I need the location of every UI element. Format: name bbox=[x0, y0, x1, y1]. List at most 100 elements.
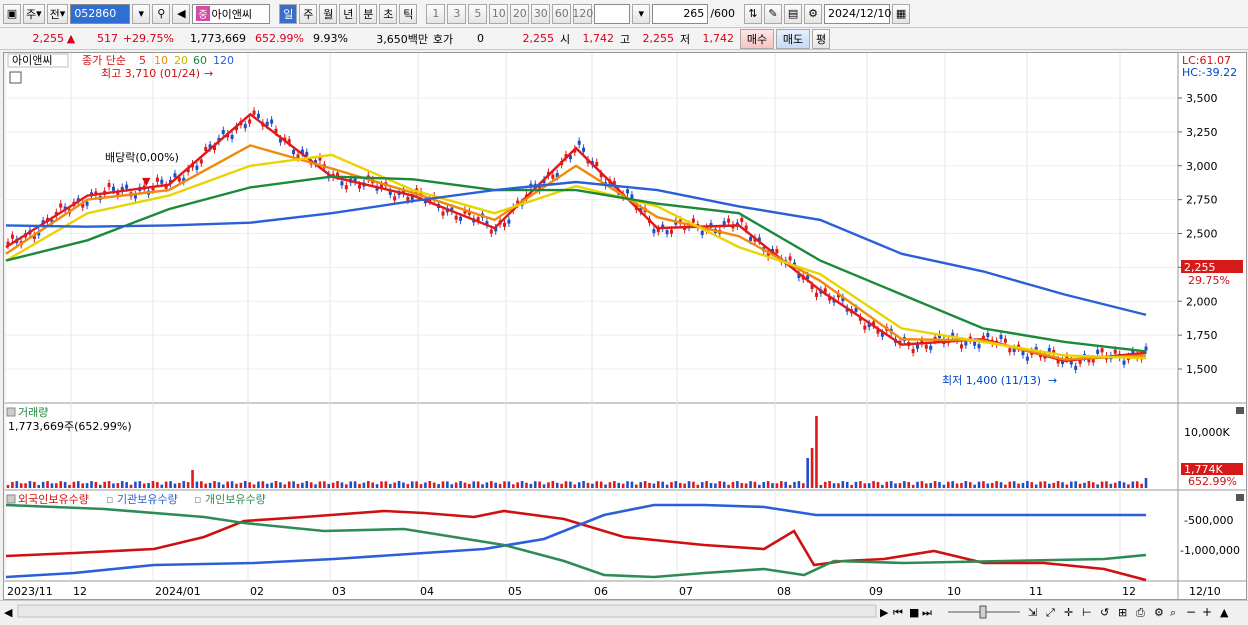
interval-10[interactable]: 10 bbox=[489, 4, 508, 24]
volume-bar bbox=[552, 481, 555, 488]
volume-bar bbox=[1070, 482, 1073, 488]
date-input[interactable]: 2024/12/10 bbox=[824, 4, 890, 24]
scope-select-value: 전 bbox=[50, 6, 60, 22]
x-tick-label: 02 bbox=[250, 585, 264, 598]
scope-select[interactable]: 전▾ bbox=[47, 4, 69, 24]
zoom-icon[interactable]: ⌕ bbox=[1170, 606, 1176, 619]
last-price-tag: 2,255 bbox=[1184, 261, 1216, 274]
calendar-icon[interactable]: ▦ bbox=[892, 4, 910, 24]
volume-bar bbox=[842, 481, 845, 488]
interval-dropdown-icon[interactable]: ▾ bbox=[632, 4, 650, 24]
rewind-icon[interactable]: ⏮ bbox=[893, 606, 903, 619]
volume-bar bbox=[130, 485, 133, 488]
interval-3[interactable]: 3 bbox=[447, 4, 466, 24]
top-icon[interactable]: ▲ bbox=[1220, 606, 1229, 619]
chart-scrollbar[interactable]: ◀ ▶ ⏮ ■ ⏭ ⇲ ⤢ ✛ ⊢ ↺ ⊞ ⎙ ⚙ ⌕ − + ▲ bbox=[0, 600, 1248, 621]
reset-icon[interactable]: ↺ bbox=[1100, 606, 1109, 619]
x-tick-label: 08 bbox=[777, 585, 791, 598]
fit-icon[interactable]: ⤢ bbox=[1046, 606, 1055, 619]
volume-bar bbox=[95, 482, 98, 488]
holders-y-tick-2: -1,000,000 bbox=[1180, 544, 1240, 557]
scroll-left-icon[interactable]: ◀ bbox=[4, 606, 13, 619]
gear-icon[interactable]: ⚙ bbox=[804, 4, 822, 24]
speaker-icon[interactable]: ◀ bbox=[172, 4, 190, 24]
interval-120[interactable]: 120 bbox=[573, 4, 592, 24]
volume-bar bbox=[780, 481, 783, 488]
volume-bar bbox=[824, 482, 827, 488]
volume-bar bbox=[877, 482, 880, 488]
period-month[interactable]: 월 bbox=[319, 4, 337, 24]
scroll-right-icon[interactable]: ▶ bbox=[880, 606, 889, 619]
save-icon[interactable]: ▤ bbox=[784, 4, 802, 24]
volume-bar bbox=[1052, 483, 1055, 488]
interval-20[interactable]: 20 bbox=[510, 4, 529, 24]
candle-body bbox=[630, 194, 633, 198]
volume-bar bbox=[182, 481, 185, 488]
interval-1[interactable]: 1 bbox=[426, 4, 445, 24]
sell-button[interactable]: 매도 bbox=[776, 29, 810, 49]
candle-body bbox=[86, 202, 89, 206]
search-icon[interactable]: ⚲ bbox=[152, 4, 170, 24]
volume-bar bbox=[626, 481, 629, 488]
panel-collapse-icon[interactable] bbox=[7, 495, 15, 503]
ruler-icon[interactable]: ⊢ bbox=[1082, 606, 1092, 619]
zoom-in-icon[interactable]: + bbox=[1202, 605, 1212, 619]
volume-bar bbox=[1083, 483, 1086, 488]
crosshair-icon[interactable]: ✛ bbox=[1064, 606, 1073, 619]
holders-close-icon[interactable] bbox=[1236, 494, 1244, 501]
interval-30[interactable]: 30 bbox=[531, 4, 550, 24]
volume-bar bbox=[1118, 481, 1121, 488]
stop-icon[interactable]: ■ bbox=[909, 606, 919, 619]
x-tick-label: 09 bbox=[869, 585, 883, 598]
volume-bar bbox=[11, 482, 14, 488]
fast-forward-icon[interactable]: ⏭ bbox=[922, 606, 932, 619]
volume-bar bbox=[736, 481, 739, 488]
volume-close-icon[interactable] bbox=[1236, 407, 1244, 414]
eval-button[interactable]: 평 bbox=[812, 29, 830, 49]
volume-bar bbox=[323, 481, 326, 488]
type-select[interactable]: 주▾ bbox=[23, 4, 45, 24]
volume-bar bbox=[868, 483, 871, 488]
print-icon[interactable]: ⎙ bbox=[1136, 606, 1145, 619]
price-chart-svg[interactable]: 3,5003,2503,0002,7502,5002,2502,0001,750… bbox=[4, 53, 1246, 599]
volume-bar bbox=[1105, 481, 1108, 488]
compare-icon[interactable]: ⇅ bbox=[744, 4, 762, 24]
table-icon[interactable] bbox=[10, 72, 21, 83]
volume-bar bbox=[929, 483, 932, 488]
volume-bar bbox=[688, 481, 691, 488]
x-tick-label: 12 bbox=[73, 585, 87, 598]
volume-bar bbox=[86, 483, 89, 488]
buy-button[interactable]: 매수 bbox=[740, 29, 774, 49]
candle-body bbox=[270, 120, 273, 124]
period-tick[interactable]: 틱 bbox=[399, 4, 417, 24]
window-icon[interactable]: ▣ bbox=[3, 4, 21, 24]
count-input[interactable]: 265 bbox=[652, 4, 708, 24]
draw-icon[interactable]: ✎ bbox=[764, 4, 782, 24]
period-year[interactable]: 년 bbox=[339, 4, 357, 24]
volume-bar bbox=[631, 482, 634, 488]
scroll-track[interactable] bbox=[18, 605, 876, 617]
candle-body bbox=[863, 326, 866, 330]
grid-icon[interactable]: ⊞ bbox=[1118, 606, 1127, 619]
period-week[interactable]: 주 bbox=[299, 4, 317, 24]
zoom-out-icon[interactable]: − bbox=[1186, 605, 1196, 619]
volume-bar bbox=[846, 482, 849, 488]
volume-bar bbox=[609, 482, 612, 488]
volume-bar bbox=[521, 481, 524, 488]
period-minute[interactable]: 분 bbox=[359, 4, 377, 24]
period-second[interactable]: 초 bbox=[379, 4, 397, 24]
custom-interval-input[interactable] bbox=[594, 4, 630, 24]
chart-area[interactable]: 3,5003,2503,0002,7502,5002,2502,0001,750… bbox=[3, 52, 1247, 600]
arrange-icon[interactable]: ⇲ bbox=[1028, 606, 1037, 619]
zoom-slider-handle[interactable] bbox=[980, 606, 986, 618]
period-day[interactable]: 일 bbox=[279, 4, 297, 24]
code-dropdown-icon[interactable]: ▾ bbox=[132, 4, 150, 24]
config-icon[interactable]: ⚙ bbox=[1154, 606, 1164, 619]
volume-bar bbox=[692, 482, 695, 488]
interval-60[interactable]: 60 bbox=[552, 4, 571, 24]
interval-5[interactable]: 5 bbox=[468, 4, 487, 24]
volume-bar bbox=[666, 485, 669, 488]
panel-collapse-icon[interactable] bbox=[7, 408, 15, 416]
stock-code-input[interactable]: 052860 bbox=[70, 4, 130, 24]
candle-body bbox=[666, 230, 669, 234]
